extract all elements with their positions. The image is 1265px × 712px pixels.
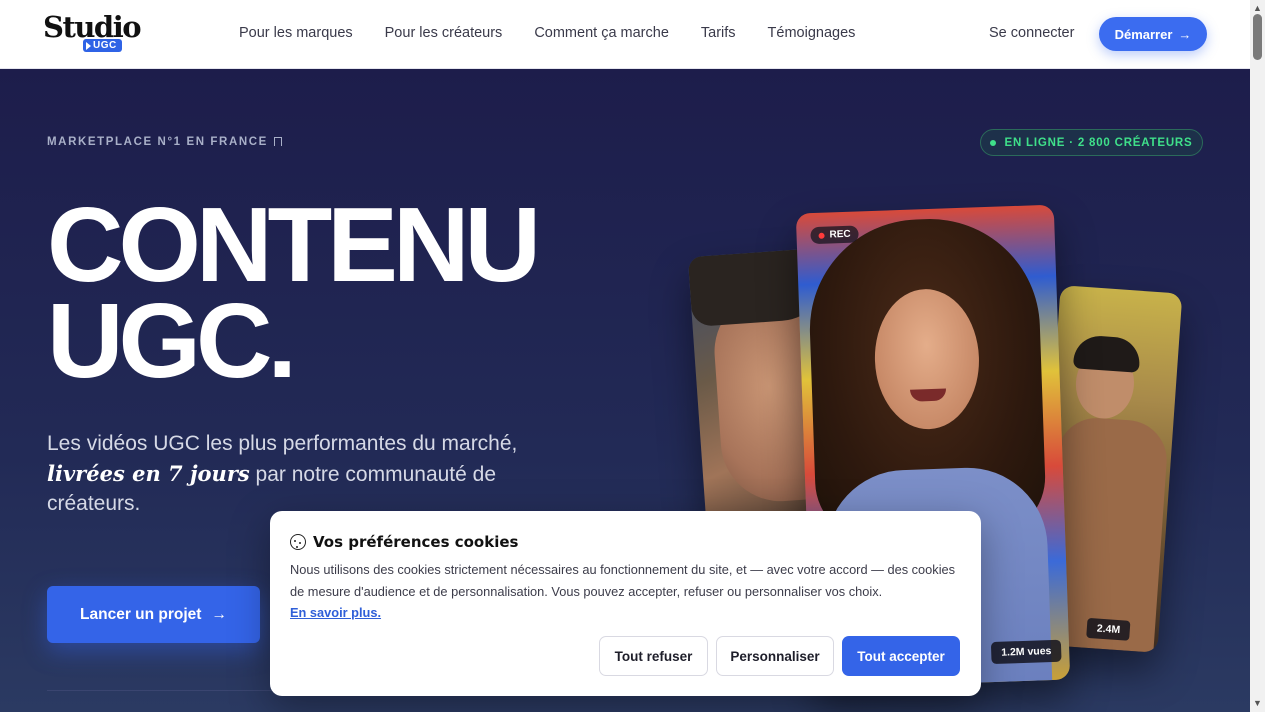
hero-eyebrow: MARKETPLACE N°1 EN FRANCE xyxy=(47,136,282,148)
views-badge: 1.2M vues xyxy=(990,639,1062,665)
rec-badge: REC xyxy=(810,225,859,245)
subtitle-part-a: Les vidéos UGC les plus performantes du … xyxy=(47,432,518,455)
main-nav: Pour les marques Pour les créateurs Comm… xyxy=(239,25,887,41)
start-button[interactable]: Démarrer → xyxy=(1099,17,1207,51)
flag-icon xyxy=(273,137,282,146)
scrollbar-thumb[interactable] xyxy=(1253,14,1262,60)
customize-button[interactable]: Personnaliser xyxy=(716,636,834,676)
hero-subtitle: Les vidéos UGC les plus performantes du … xyxy=(47,429,527,519)
creator-hair xyxy=(1072,334,1142,373)
hero-title-line2: UGC. xyxy=(47,282,297,400)
cookie-consent-dialog: Vos préférences cookies Nous utilisons d… xyxy=(270,511,981,696)
login-link[interactable]: Se connecter xyxy=(989,25,1074,41)
studio-ugc-logo[interactable]: Studio UGC xyxy=(43,10,142,58)
nav-creators[interactable]: Pour les créateurs xyxy=(385,25,503,41)
nav-brands[interactable]: Pour les marques xyxy=(239,25,353,41)
online-status-badge: EN LIGNE · 2 800 CRÉATEURS xyxy=(980,129,1203,156)
cookie-title-text: Vos préférences cookies xyxy=(313,533,519,551)
scroll-down-icon[interactable]: ▼ xyxy=(1253,698,1262,708)
online-dot-icon xyxy=(990,139,997,146)
subtitle-emphasis: livrées en 7 jours xyxy=(47,460,250,486)
nav-testimonials[interactable]: Témoignages xyxy=(768,25,856,41)
scroll-up-icon[interactable]: ▲ xyxy=(1253,3,1262,13)
launch-project-button[interactable]: Lancer un projet → xyxy=(47,586,260,643)
eyebrow-text: MARKETPLACE N°1 EN FRANCE xyxy=(47,136,268,148)
rec-label: REC xyxy=(829,228,851,241)
page-scrollbar[interactable]: ▲ ▼ xyxy=(1250,0,1265,712)
cookie-icon xyxy=(290,534,306,550)
cookie-description: Nous utilisons des cookies strictement n… xyxy=(290,562,956,599)
logo-badge: UGC xyxy=(83,39,122,52)
nav-pricing[interactable]: Tarifs xyxy=(701,25,736,41)
nav-how-it-works[interactable]: Comment ça marche xyxy=(534,25,669,41)
cookie-dialog-title: Vos préférences cookies xyxy=(290,533,518,551)
launch-project-label: Lancer un projet xyxy=(80,605,202,623)
learn-more-link[interactable]: En savoir plus. xyxy=(290,602,381,624)
start-button-label: Démarrer xyxy=(1114,26,1173,42)
arrow-right-icon: → xyxy=(1178,26,1192,42)
hero-title: CONTENU UGC. xyxy=(47,192,541,394)
record-dot-icon xyxy=(818,232,825,239)
refuse-all-button[interactable]: Tout refuser xyxy=(599,636,708,676)
views-badge: 2.4M xyxy=(1086,617,1131,641)
online-status-text: EN LIGNE · 2 800 CRÉATEURS xyxy=(1004,136,1193,149)
arrow-right-icon: → xyxy=(211,605,227,623)
accept-all-button[interactable]: Tout accepter xyxy=(842,636,960,676)
site-header: Studio UGC Pour les marques Pour les cré… xyxy=(0,0,1250,69)
